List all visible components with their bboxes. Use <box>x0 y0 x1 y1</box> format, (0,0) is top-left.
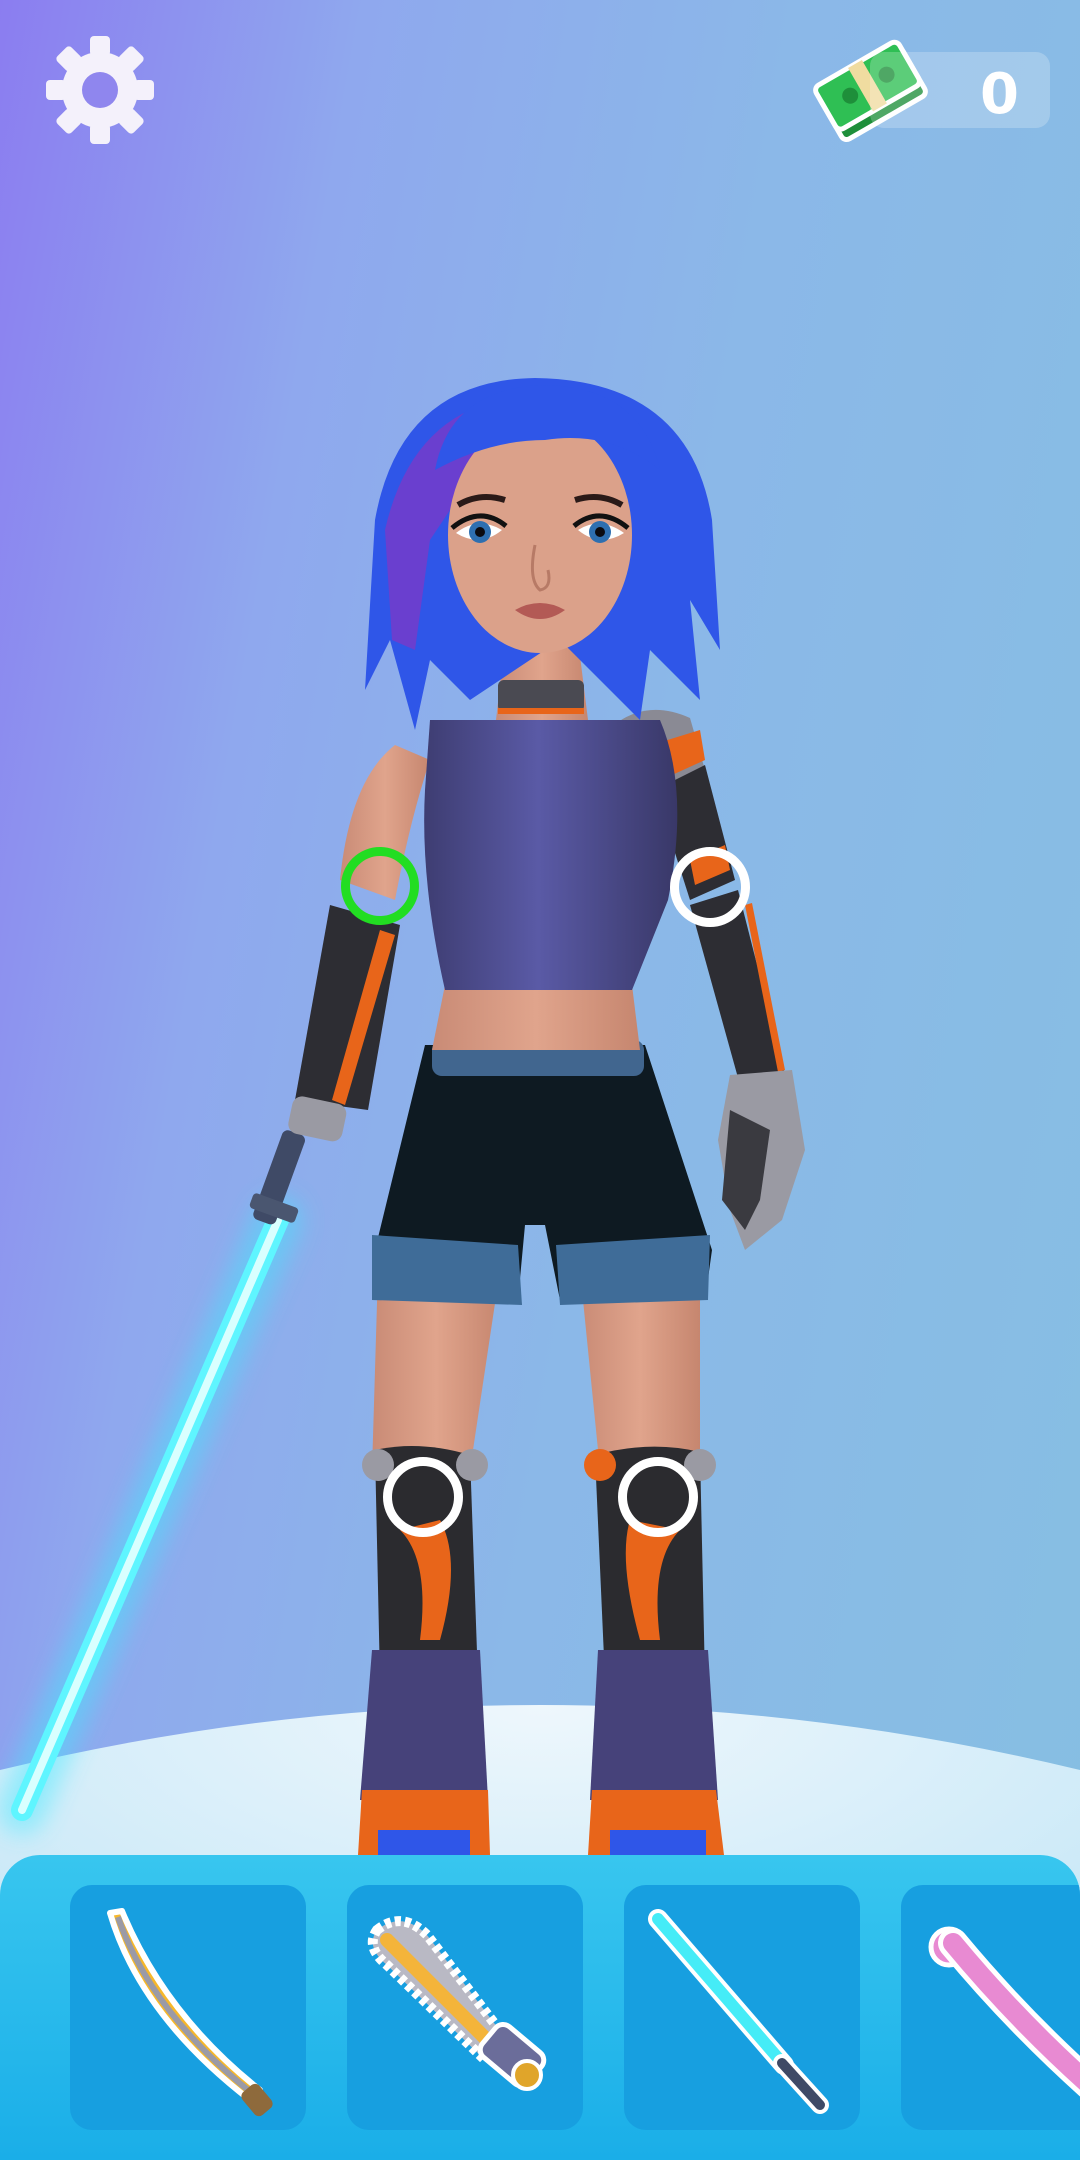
weapon-slot-golden-sword[interactable] <box>70 1885 306 2130</box>
left-knee-marker[interactable] <box>383 1457 463 1537</box>
bat-icon <box>928 1926 1080 2097</box>
weapon-tray-track[interactable] <box>70 1885 1080 2130</box>
settings-button[interactable] <box>40 30 160 150</box>
game-scene <box>0 39 1080 2160</box>
money-value: 0 <box>980 62 1020 127</box>
lightsaber-icon <box>648 1909 829 2114</box>
choker <box>498 680 584 712</box>
chainsaw-icon <box>367 1916 547 2091</box>
curved-sword-icon <box>107 1908 273 2117</box>
crop-top <box>424 720 678 990</box>
weapon-tray <box>0 1855 1080 2160</box>
gear-icon <box>46 36 154 144</box>
weapon-slot-chainsaw[interactable] <box>347 1885 583 2130</box>
money-counter: 0 <box>810 30 1050 150</box>
left-elbow-marker[interactable] <box>341 847 419 925</box>
weapon-slot-lightsaber[interactable] <box>624 1885 860 2130</box>
right-elbow-marker[interactable] <box>670 847 750 927</box>
cash-stack-icon <box>810 30 930 150</box>
right-knee-marker[interactable] <box>618 1457 698 1537</box>
weapon-slot-pink-bat[interactable] <box>901 1885 1080 2130</box>
right-leg-warmer <box>590 1650 718 1800</box>
left-leg-warmer <box>360 1650 488 1800</box>
